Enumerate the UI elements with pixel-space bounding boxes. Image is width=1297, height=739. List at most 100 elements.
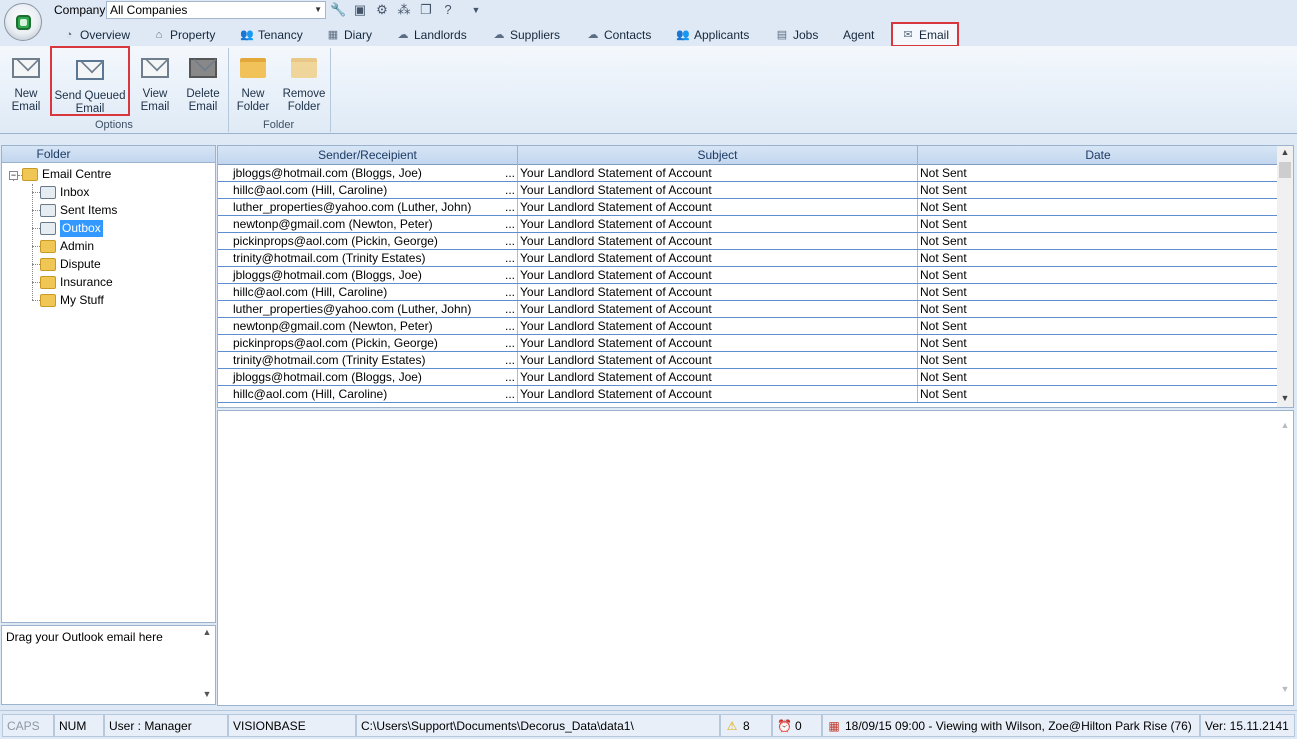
title-bar: Company All Companies ▼ 🔧 ▣ ⚙ ⁂ ❐ ? ▼ <box>0 0 1297 41</box>
cell-subject: Your Landlord Statement of Account <box>518 284 918 300</box>
cell-date: Not Sent <box>920 353 967 367</box>
customize-dropdown-icon[interactable]: ▼ <box>468 2 484 18</box>
table-row[interactable]: jbloggs@hotmail.com (Bloggs, Joe)... Your… <box>218 165 1278 182</box>
tab-email[interactable]: ✉ Email <box>891 22 960 47</box>
tab-overview[interactable]: ◔ Overview <box>62 25 130 45</box>
table-row[interactable]: luther_properties@yahoo.com (Luther, Joh… <box>218 199 1278 216</box>
application-menu-button[interactable] <box>4 3 42 41</box>
collapse-toggle-icon[interactable]: − <box>9 171 18 180</box>
cell-subject: Your Landlord Statement of Account <box>518 182 918 198</box>
cell-date: Not Sent <box>920 285 967 299</box>
column-header-date[interactable]: Date <box>918 146 1278 165</box>
company-label: Company <box>54 3 106 17</box>
table-row[interactable]: newtonp@gmail.com (Newton, Peter)... Your… <box>218 216 1278 233</box>
folder-icon <box>40 258 56 271</box>
tab-landlords[interactable]: ☁ Landlords <box>396 25 467 45</box>
view-email-icon <box>139 52 171 84</box>
remove-folder-button[interactable]: Remove Folder <box>280 52 328 114</box>
gear-icon[interactable]: ⚙ <box>374 2 390 18</box>
cell-sender: trinity@hotmail.com (Trinity Estates)... <box>218 352 518 368</box>
column-header-sender[interactable]: Sender/Receipient <box>218 146 518 165</box>
send-queued-email-button[interactable]: Send Queued Email <box>50 46 130 116</box>
scroll-down-icon[interactable]: ▼ <box>199 689 215 703</box>
tab-contacts[interactable]: ☁ Contacts <box>586 25 652 45</box>
folder-admin[interactable]: Admin <box>40 238 94 255</box>
cell-sender: newtonp@gmail.com (Newton, Peter)... <box>218 318 518 334</box>
folder-my-stuff[interactable]: My Stuff <box>40 292 104 309</box>
company-select[interactable]: All Companies ▼ <box>106 1 326 19</box>
cell-ellipsis: ... <box>504 183 515 197</box>
group-separator <box>330 48 331 132</box>
tab-suppliers[interactable]: ☁ Suppliers <box>492 25 561 45</box>
help-icon[interactable]: ? <box>440 2 456 18</box>
diary-reminder[interactable]: ▦ 18/09/15 09:00 - Viewing with Wilson, Z… <box>822 714 1200 737</box>
scroll-down-icon[interactable]: ▼ <box>1277 684 1293 698</box>
email-preview-pane[interactable]: ▲ ▼ <box>217 410 1294 706</box>
tab-jobs[interactable]: ▤ Jobs <box>775 25 819 45</box>
grid-scrollbar[interactable]: ▲ ▼ <box>1277 146 1293 407</box>
table-row[interactable]: hillc@aol.com (Hill, Caroline)... Your La… <box>218 182 1278 199</box>
folder-icon <box>40 276 56 289</box>
scroll-thumb[interactable] <box>1279 162 1291 178</box>
table-row[interactable]: hillc@aol.com (Hill, Caroline)... Your La… <box>218 284 1278 301</box>
folder-inbox[interactable]: Inbox <box>40 184 89 201</box>
tab-tenancy[interactable]: 👥 Tenancy <box>240 25 303 45</box>
network-icon[interactable]: ⁂ <box>396 2 412 18</box>
cell-sender: jbloggs@hotmail.com (Bloggs, Joe)... <box>218 267 518 283</box>
outbox-icon <box>40 222 56 235</box>
num-indicator: NUM <box>54 714 104 737</box>
email-grid: Sender/Receipient Subject Date jbloggs@h… <box>217 145 1294 408</box>
delete-email-button[interactable]: Delete Email <box>180 52 226 114</box>
sent-items-icon <box>40 204 56 217</box>
cell-ellipsis: ... <box>504 200 515 214</box>
table-row[interactable]: luther_properties@yahoo.com (Luther, Joh… <box>218 301 1278 318</box>
cell-date: Not Sent <box>920 302 967 316</box>
caps-indicator: CAPS <box>2 714 54 737</box>
table-row[interactable]: newtonp@gmail.com (Newton, Peter)... Your… <box>218 318 1278 335</box>
view-email-button[interactable]: View Email <box>134 52 176 114</box>
tab-agent[interactable]: Agent <box>843 25 874 45</box>
cell-ellipsis: ... <box>504 285 515 299</box>
warnings-indicator[interactable]: ⚠ 8 <box>720 714 772 737</box>
folder-dispute[interactable]: Dispute <box>40 256 101 273</box>
cell-sender: newtonp@gmail.com (Newton, Peter)... <box>218 216 518 232</box>
new-email-button[interactable]: New Email <box>4 52 48 114</box>
cell-sender: luther_properties@yahoo.com (Luther, Joh… <box>218 301 518 317</box>
table-row[interactable]: trinity@hotmail.com (Trinity Estates)...… <box>218 352 1278 369</box>
new-folder-label: New Folder <box>236 88 270 113</box>
table-row[interactable]: pickinprops@aol.com (Pickin, George)... Y… <box>218 233 1278 250</box>
alarms-indicator[interactable]: ⏰ 0 <box>772 714 822 737</box>
scroll-up-icon[interactable]: ▲ <box>1277 420 1293 434</box>
tab-property[interactable]: ⌂ Property <box>152 25 216 45</box>
tab-applicants[interactable]: 👥 Applicants <box>676 25 749 45</box>
table-row[interactable]: trinity@hotmail.com (Trinity Estates)...… <box>218 250 1278 267</box>
tab-diary[interactable]: ▦ Diary <box>326 25 372 45</box>
folder-outbox[interactable]: Outbox <box>40 220 103 237</box>
copy-icon[interactable]: ❐ <box>418 2 434 18</box>
preview-scrollbar[interactable]: ▲ ▼ <box>1277 419 1293 699</box>
landlord-icon: ☁ <box>397 29 409 41</box>
cell-subject: Your Landlord Statement of Account <box>518 386 918 402</box>
drop-zone-scrollbar[interactable]: ▲ ▼ <box>199 626 215 704</box>
new-folder-button[interactable]: New Folder <box>232 52 274 114</box>
folder-insurance[interactable]: Insurance <box>40 274 113 291</box>
cell-date: Not Sent <box>920 234 967 248</box>
view-email-label: View Email <box>140 88 170 113</box>
table-row[interactable]: hillc@aol.com (Hill, Caroline)... Your La… <box>218 386 1278 403</box>
scroll-down-icon[interactable]: ▼ <box>1277 393 1293 407</box>
camera-icon[interactable]: ▣ <box>352 2 368 18</box>
table-row[interactable]: jbloggs@hotmail.com (Bloggs, Joe)... Your… <box>218 369 1278 386</box>
wrench-icon[interactable]: 🔧 <box>330 2 346 18</box>
column-header-subject[interactable]: Subject <box>518 146 918 165</box>
folder-email-centre[interactable]: Email Centre <box>22 166 111 183</box>
cell-subject: Your Landlord Statement of Account <box>518 216 918 232</box>
folder-sent-items[interactable]: Sent Items <box>40 202 117 219</box>
app-logo-icon <box>16 15 31 30</box>
scroll-up-icon[interactable]: ▲ <box>199 627 215 641</box>
outlook-drop-zone[interactable]: Drag your Outlook email here ▲ ▼ <box>1 625 216 705</box>
calendar-icon: ▦ <box>327 29 339 41</box>
table-row[interactable]: jbloggs@hotmail.com (Bloggs, Joe)... Your… <box>218 267 1278 284</box>
scroll-up-icon[interactable]: ▲ <box>1277 147 1293 161</box>
cell-date: Not Sent <box>920 387 967 401</box>
table-row[interactable]: pickinprops@aol.com (Pickin, George)... Y… <box>218 335 1278 352</box>
